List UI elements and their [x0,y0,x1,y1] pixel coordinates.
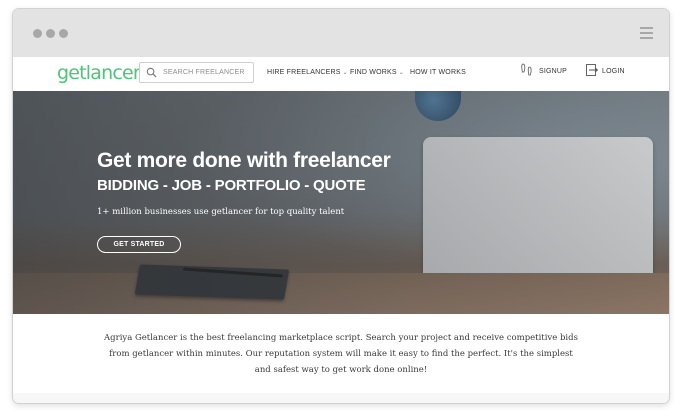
section-divider [13,393,669,403]
window-dot[interactable] [59,29,68,38]
footprints-icon [521,63,532,76]
browser-window: getlancer HIRE FREELANCERS⌄ FIND WORKS⌄ … [12,8,670,404]
site-logo[interactable]: getlancer [57,62,141,84]
intro-paragraph: Agriya Getlancer is the best freelancing… [104,332,578,375]
hero-banner: Get more done with freelancer BIDDING - … [13,91,669,314]
nav-label: FIND WORKS [350,69,397,76]
hero-tagline: 1+ million businesses use getlancer for … [97,207,345,217]
login-icon [586,64,599,76]
hamburger-icon[interactable] [640,27,653,39]
nav-find-works[interactable]: FIND WORKS ⌄ [350,69,404,76]
search-input[interactable] [163,65,249,80]
nav-how-it-works[interactable]: HOW IT WORKS [410,69,466,76]
nav-label: HOW IT WORKS [410,69,466,76]
nav-label: HIRE FREELANCERS [267,69,341,76]
search-box[interactable] [139,62,254,83]
signup-link[interactable]: SIGNUP [539,68,567,75]
chevron-down-icon: ⌄ [398,70,404,76]
hero-title: Get more done with freelancer [97,149,391,172]
window-dot[interactable] [46,29,55,38]
nav-hire-freelancers[interactable]: HIRE FREELANCERS ⌄ [267,69,348,76]
site-header: getlancer HIRE FREELANCERS⌄ FIND WORKS⌄ … [13,57,669,92]
window-dot[interactable] [33,29,42,38]
login-link[interactable]: LOGIN [602,68,625,75]
window-chrome [13,9,669,57]
chevron-down-icon: ⌄ [342,70,348,76]
hero-overlay [13,91,669,314]
get-started-button[interactable]: GET STARTED [97,236,181,253]
hero-subtitle: BIDDING - JOB - PORTFOLIO - QUOTE [97,177,366,194]
search-icon [146,67,157,78]
